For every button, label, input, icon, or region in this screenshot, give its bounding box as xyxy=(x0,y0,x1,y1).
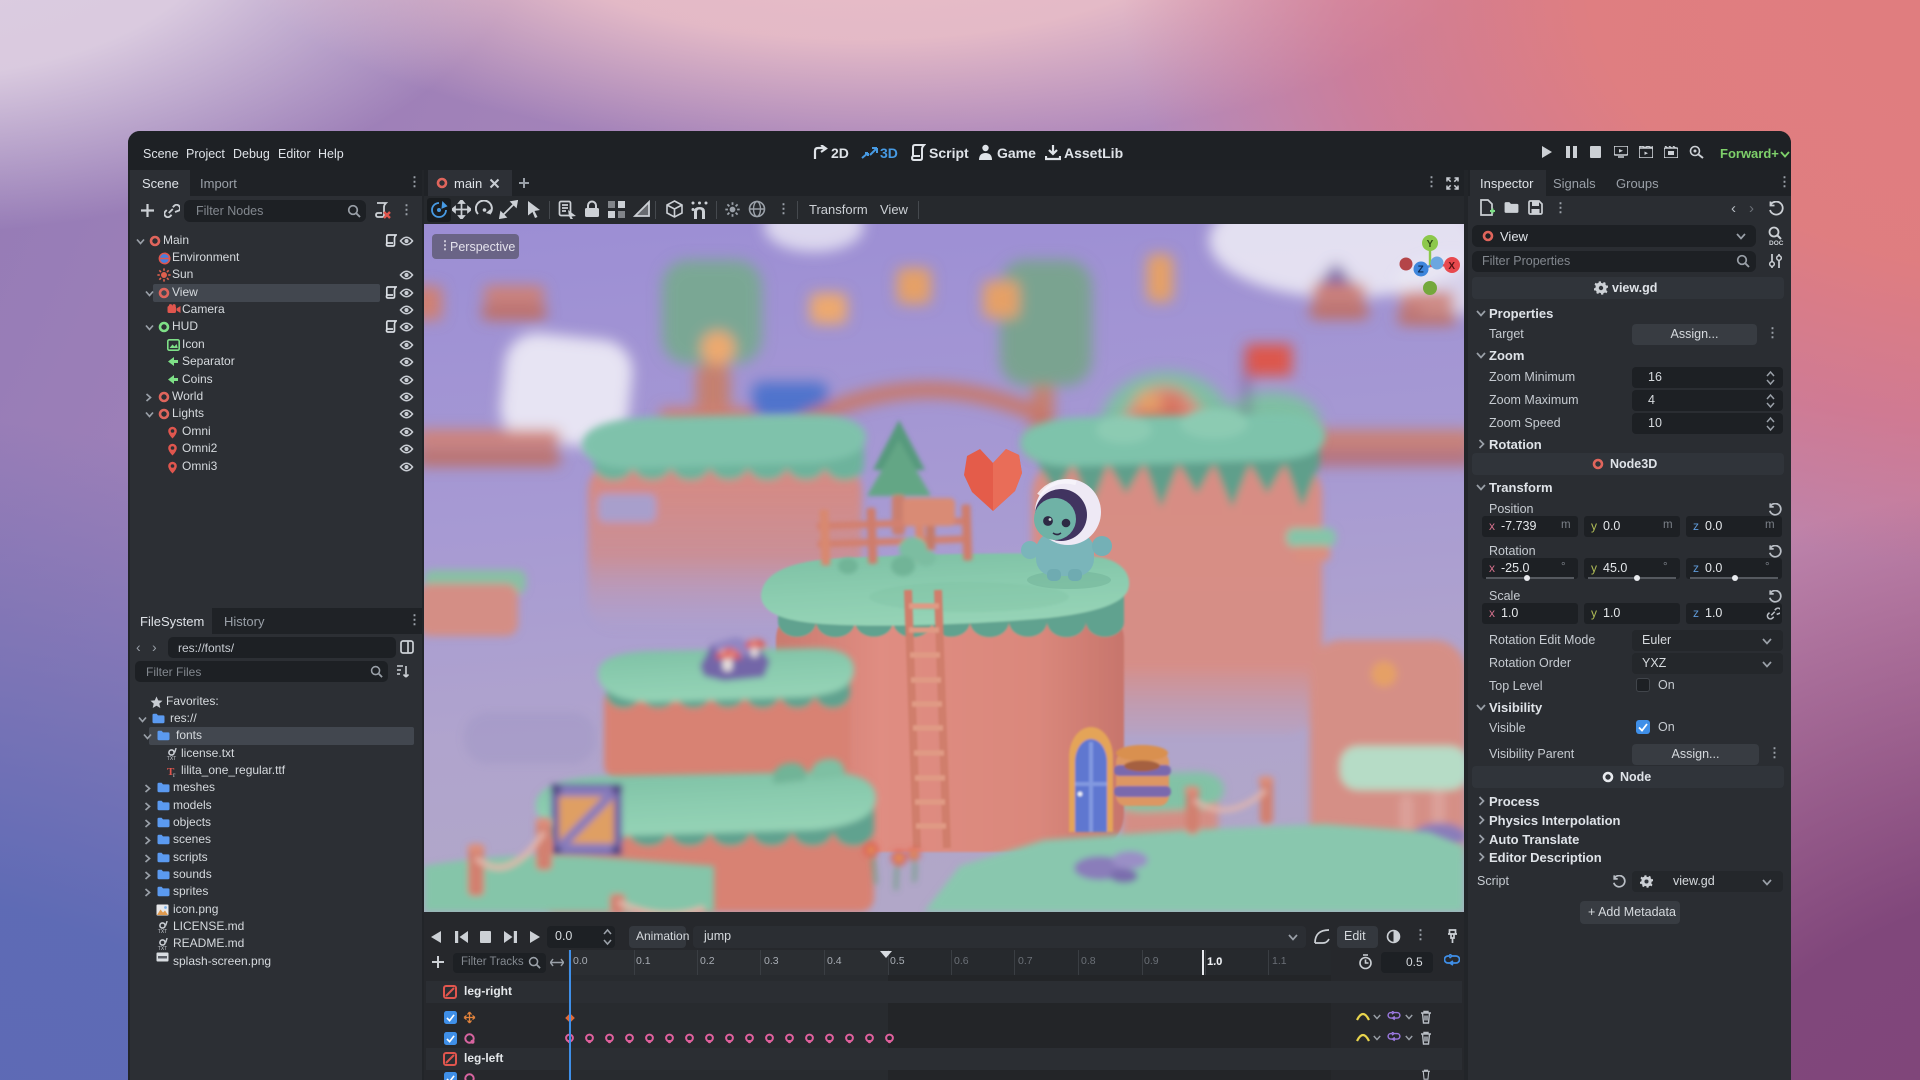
svg-text:X: X xyxy=(1448,261,1455,272)
svg-text:Y: Y xyxy=(1427,239,1434,250)
svg-text:TXT: TXT xyxy=(158,946,167,951)
svg-text:Z: Z xyxy=(1418,265,1424,276)
svg-text:r: r xyxy=(173,771,176,778)
svg-text:TXT: TXT xyxy=(167,756,176,761)
svg-text:TXT: TXT xyxy=(158,929,167,934)
svg-text:DOC: DOC xyxy=(1769,240,1784,246)
